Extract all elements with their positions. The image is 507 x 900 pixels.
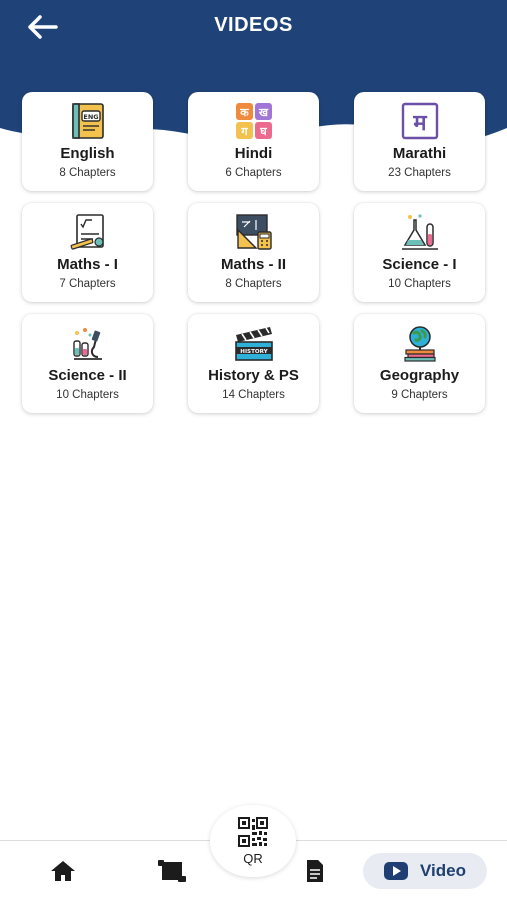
subject-card-science-2[interactable]: Science - II 10 Chapters [22, 314, 153, 413]
chapter-count: 23 Chapters [388, 167, 451, 179]
subject-name: History & PS [208, 367, 299, 384]
play-button-icon [384, 862, 408, 880]
english-icon-text: ENG [83, 113, 98, 121]
lab-flasks-icon [399, 212, 441, 252]
hindi-letter: ग [240, 125, 248, 138]
subject-name: English [60, 145, 115, 162]
subject-card-maths-2[interactable]: Maths - II 8 Chapters [188, 203, 319, 302]
nav-documents[interactable] [303, 855, 327, 887]
subject-card-maths-1[interactable]: Maths - I 7 Chapters [22, 203, 153, 302]
hindi-letters-icon: क ख ग घ [233, 101, 275, 141]
subject-name: Geography [379, 367, 460, 384]
chapter-count: 10 Chapters [56, 389, 119, 401]
subject-card-geography[interactable]: Geography 9 Chapters [354, 314, 485, 413]
english-book-icon: ENG [67, 101, 109, 141]
subject-card-hindi[interactable]: क ख ग घ Hindi 6 Chapters [188, 92, 319, 191]
nav-video-label: Video [420, 861, 466, 880]
document-icon [307, 860, 323, 882]
page-title: VIDEOS [214, 14, 293, 36]
geometry-tools-icon [233, 212, 275, 252]
hindi-letter: क [239, 106, 249, 119]
qr-label: QR [243, 851, 263, 866]
nav-home[interactable] [48, 855, 78, 887]
subject-card-history-ps[interactable]: HISTORY History & PS 14 Chapters [188, 314, 319, 413]
globe-books-icon [399, 323, 441, 363]
microscope-icon [67, 323, 109, 363]
chapter-count: 8 Chapters [225, 278, 282, 290]
subject-card-english[interactable]: ENG English 8 Chapters [22, 92, 153, 191]
qr-button[interactable]: QR [210, 805, 296, 877]
maths-formula-icon [67, 212, 109, 252]
chapter-count: 8 Chapters [59, 167, 116, 179]
subject-name: Hindi [234, 145, 273, 162]
chapter-count: 14 Chapters [222, 389, 285, 401]
chapter-count: 7 Chapters [59, 278, 116, 290]
subject-name: Maths - I [57, 256, 118, 273]
marathi-letter: म [412, 111, 427, 136]
chapter-count: 6 Chapters [225, 167, 282, 179]
qr-code-icon [238, 817, 268, 847]
chapter-count: 10 Chapters [388, 278, 451, 290]
subject-name: Maths - II [220, 256, 286, 273]
subject-name: Science - I [382, 256, 457, 273]
subject-name: Science - II [48, 367, 127, 384]
marathi-letter-icon: म [399, 101, 441, 141]
hindi-letter: ख [258, 106, 269, 119]
book-scroll-icon [158, 860, 186, 882]
nav-book[interactable] [156, 855, 188, 887]
subject-card-science-1[interactable]: Science - I 10 Chapters [354, 203, 485, 302]
hindi-letter: घ [259, 125, 267, 138]
nav-video[interactable]: Video [363, 853, 487, 889]
subject-name: Marathi [392, 145, 447, 162]
chapter-count: 9 Chapters [391, 389, 448, 401]
history-clapperboard-icon: HISTORY [233, 323, 275, 363]
home-icon [51, 861, 75, 881]
history-icon-text: HISTORY [240, 349, 268, 355]
subject-grid: ENG English 8 Chapters क ख ग घ Hindi 6 C… [22, 92, 485, 413]
subject-card-marathi[interactable]: म Marathi 23 Chapters [354, 92, 485, 191]
